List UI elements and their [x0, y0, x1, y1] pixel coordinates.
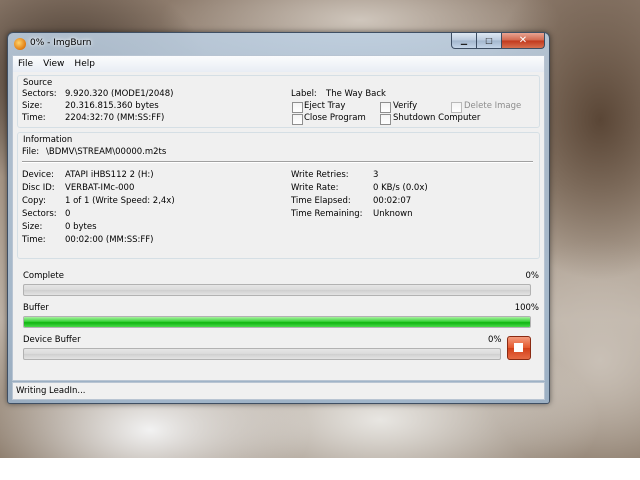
stop-icon	[514, 343, 523, 352]
info-size-label: Size:	[22, 222, 43, 232]
imgburn-flame-icon	[14, 38, 26, 50]
complete-progress-bar	[23, 284, 531, 296]
title-bar[interactable]: 0% - ImgBurn ▁ □ ✕	[8, 33, 549, 54]
buffer-percent: 100%	[514, 303, 539, 313]
maximize-button[interactable]: □	[477, 33, 502, 49]
info-file-value: \BDMV\STREAM\00000.m2ts	[46, 147, 167, 157]
device-buffer-label: Device Buffer	[23, 335, 81, 345]
source-sectors-label: Sectors:	[22, 89, 57, 99]
shutdown-computer-label[interactable]: Shutdown Computer	[393, 113, 480, 123]
page-bottom-area	[0, 458, 640, 480]
time-remaining-value: Unknown	[373, 209, 413, 219]
close-button[interactable]: ✕	[502, 33, 545, 49]
source-group-label: Source	[22, 78, 54, 88]
complete-label: Complete	[23, 271, 64, 281]
info-size-value: 0 bytes	[65, 222, 97, 232]
shutdown-computer-checkbox[interactable]	[380, 114, 391, 125]
info-device-value: ATAPI iHBS112 2 (H:)	[65, 170, 154, 180]
delete-image-checkbox[interactable]	[451, 102, 462, 113]
info-divider	[22, 161, 533, 163]
buffer-progress-bar	[23, 316, 531, 328]
time-elapsed-value: 00:02:07	[373, 196, 412, 206]
info-disc-id-value: VERBAT-IMc-000	[65, 183, 135, 193]
menu-bar: File View Help	[12, 55, 545, 73]
verify-checkbox[interactable]	[380, 102, 391, 113]
device-buffer-progress-bar	[23, 348, 501, 360]
verify-label[interactable]: Verify	[393, 101, 417, 111]
source-size-label: Size:	[22, 101, 43, 111]
info-time-value: 00:02:00 (MM:SS:FF)	[65, 235, 154, 245]
info-sectors-label: Sectors:	[22, 209, 57, 219]
menu-help[interactable]: Help	[69, 59, 100, 69]
write-retries-value: 3	[373, 170, 379, 180]
write-retries-label: Write Retries:	[291, 170, 349, 180]
information-group: Information File: \BDMV\STREAM\00000.m2t…	[17, 132, 540, 259]
buffer-progress-fill	[24, 317, 530, 327]
disc-label-label: Label:	[291, 89, 317, 99]
info-device-label: Device:	[22, 170, 54, 180]
info-sectors-value: 0	[65, 209, 71, 219]
disc-label-value: The Way Back	[326, 89, 386, 99]
close-program-checkbox[interactable]	[292, 114, 303, 125]
stop-button[interactable]	[507, 336, 531, 360]
imgburn-window: 0% - ImgBurn ▁ □ ✕ File View Help Source…	[7, 32, 550, 404]
complete-percent: 0%	[525, 271, 540, 281]
time-elapsed-label: Time Elapsed:	[291, 196, 351, 206]
eject-tray-label[interactable]: Eject Tray	[304, 101, 345, 111]
write-rate-value: 0 KB/s (0.0x)	[373, 183, 428, 193]
eject-tray-checkbox[interactable]	[292, 102, 303, 113]
info-time-label: Time:	[22, 235, 46, 245]
source-size-value: 20.316.815.360 bytes	[65, 101, 159, 111]
source-time-value: 2204:32:70 (MM:SS:FF)	[65, 113, 165, 123]
info-disc-id-label: Disc ID:	[22, 183, 55, 193]
source-time-label: Time:	[22, 113, 46, 123]
window-title: 0% - ImgBurn	[30, 38, 92, 48]
info-file-label: File:	[22, 147, 40, 157]
device-buffer-percent: 0%	[488, 335, 502, 345]
information-group-label: Information	[22, 135, 74, 145]
time-remaining-label: Time Remaining:	[291, 209, 363, 219]
main-panel: Source Sectors: 9.920.320 (MODE1/2048) S…	[12, 72, 545, 381]
delete-image-label[interactable]: Delete Image	[464, 101, 521, 111]
write-rate-label: Write Rate:	[291, 183, 339, 193]
close-program-label[interactable]: Close Program	[304, 113, 366, 123]
info-copy-label: Copy:	[22, 196, 46, 206]
menu-view[interactable]: View	[38, 59, 69, 69]
status-text: Writing LeadIn...	[16, 386, 86, 396]
source-group: Source Sectors: 9.920.320 (MODE1/2048) S…	[17, 75, 540, 128]
minimize-button[interactable]: ▁	[451, 33, 477, 49]
info-copy-value: 1 of 1 (Write Speed: 2,4x)	[65, 196, 175, 206]
status-bar: Writing LeadIn...	[12, 382, 545, 400]
caption-buttons: ▁ □ ✕	[451, 33, 545, 49]
source-sectors-value: 9.920.320 (MODE1/2048)	[65, 89, 174, 99]
menu-file[interactable]: File	[13, 59, 38, 69]
buffer-label: Buffer	[23, 303, 49, 313]
